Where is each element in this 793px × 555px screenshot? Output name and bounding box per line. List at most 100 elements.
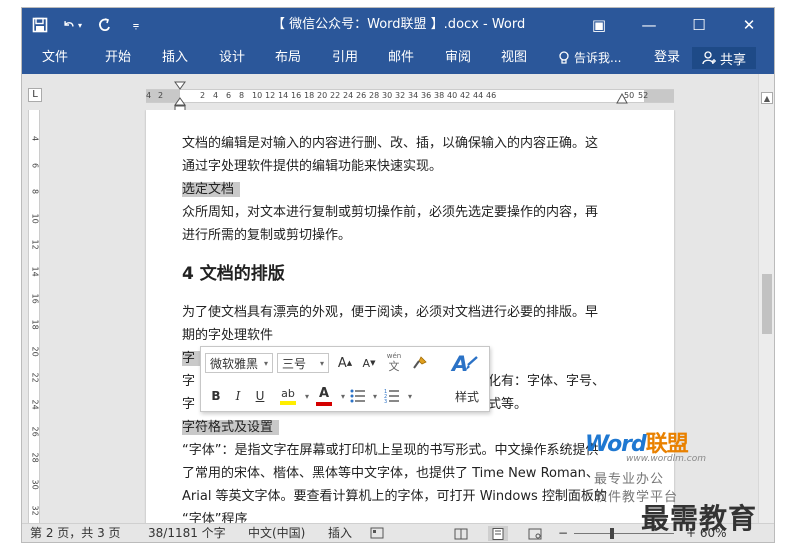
highlight-button[interactable]: ab xyxy=(275,384,301,408)
ruler-ticks: 4 2 2 4 6 8 10 12 14 16 18 20 22 24 26 28 30 32 34 36 38 40 42… xyxy=(146,90,674,102)
grow-font-button[interactable]: A ▲ xyxy=(335,353,355,373)
tab-design[interactable]: 设计 xyxy=(219,42,245,74)
vertical-ruler-label: 22 xyxy=(30,372,40,384)
window-title: 【 微信公众号：Word联盟 】.docx - Word xyxy=(272,17,526,32)
maximize-button[interactable]: ☐ xyxy=(674,8,724,42)
ruler-tick-label: 32 xyxy=(395,91,406,100)
print-layout-button[interactable] xyxy=(488,526,508,541)
section-heading: 4 文档的排版 xyxy=(182,264,285,284)
bullets-button[interactable] xyxy=(347,386,369,406)
font-name-select[interactable]: 微软雅黑 ▾ xyxy=(205,353,273,373)
vertical-ruler-label: 10 xyxy=(30,213,40,224)
ruler-tick-label: 10 xyxy=(252,91,263,100)
insert-mode-status[interactable]: 插入 xyxy=(328,524,352,542)
ruler-tick-label: 42 xyxy=(460,91,471,100)
paragraph-line: 众所周知，对文本进行复制或剪切操作前，必须先选定要操作的内容，再 xyxy=(182,205,599,220)
font-color-button[interactable]: A xyxy=(313,384,335,408)
phonetic-guide-button[interactable]: wén 文 xyxy=(383,350,405,374)
tab-file[interactable]: 文件 xyxy=(42,42,68,74)
language-status[interactable]: 中文(中国) xyxy=(248,524,305,542)
numbering-button[interactable]: 1 2 3 xyxy=(381,386,403,406)
login-link[interactable]: 登录 xyxy=(654,42,680,74)
tab-mailings[interactable]: 邮件 xyxy=(388,42,414,74)
underline-button[interactable]: U xyxy=(251,386,269,406)
ribbon-tabs: 文件 开始 插入 设计 布局 引用 邮件 审阅 视图 告诉我... 登录 共享 xyxy=(22,42,774,74)
minimize-button[interactable]: — xyxy=(624,8,674,42)
share-label: 共享 xyxy=(719,52,746,68)
tell-me-box[interactable]: 告诉我... xyxy=(558,42,621,74)
chevron-down-icon[interactable]: ▾ xyxy=(305,392,309,401)
vertical-ruler-label: 32 xyxy=(30,505,40,517)
tell-me-label: 告诉我... xyxy=(574,51,622,65)
svg-text:3: 3 xyxy=(384,399,387,403)
bullets-icon xyxy=(350,389,365,403)
watermark-slogan-1: 最专业办公 xyxy=(594,472,665,487)
window-controls: ▣ — ☐ ✕ xyxy=(574,8,774,42)
tab-selector-button[interactable]: L xyxy=(28,88,42,102)
vertical-scrollbar[interactable]: ▲ xyxy=(758,74,774,523)
shrink-font-button[interactable]: A ▼ xyxy=(359,353,379,373)
undo-icon xyxy=(64,21,74,27)
font-color-icon: A xyxy=(318,386,330,401)
paragraph-line: 为了使文档具有漂亮的外观，便于阅读，必须对文档进行必要的排版。早 xyxy=(182,305,599,320)
minimize-icon: — xyxy=(641,16,657,34)
paragraph-line: “字体”程序 xyxy=(182,512,248,523)
undo-button[interactable]: ▾ xyxy=(62,14,82,36)
tab-layout[interactable]: 布局 xyxy=(275,42,301,74)
right-indent-icon[interactable] xyxy=(616,92,628,104)
bold-button[interactable]: B xyxy=(207,386,225,406)
chevron-down-icon: ▾ xyxy=(319,358,324,368)
tab-view[interactable]: 视图 xyxy=(501,42,527,74)
subheading-char-format: 字符格式及设置 xyxy=(182,420,280,435)
macro-recording-button[interactable] xyxy=(370,526,384,542)
scrollbar-thumb[interactable] xyxy=(762,274,772,334)
scroll-up-button[interactable]: ▲ xyxy=(761,92,773,104)
tab-references[interactable]: 引用 xyxy=(332,42,358,74)
ruler-tick-label: 4 xyxy=(213,91,219,100)
undo-dropdown-icon: ▾ xyxy=(77,20,82,30)
zoom-out-button[interactable]: − xyxy=(558,524,570,542)
ruler-tick-label: 22 xyxy=(330,91,341,100)
styles-button[interactable]: 样式 xyxy=(451,386,483,406)
format-painter-button[interactable] xyxy=(409,353,431,373)
title-bar: ▾ ⩦ 【 微信公众号：Word联盟 】.docx - Word ▣ — ☐ ✕ xyxy=(22,8,774,42)
vertical-ruler-label: 16 xyxy=(30,293,40,304)
tab-insert[interactable]: 插入 xyxy=(162,42,188,74)
vertical-ruler-label: 12 xyxy=(30,239,40,251)
vertical-ruler-label: 28 xyxy=(30,452,40,463)
customize-qat-button[interactable]: ⩦ xyxy=(126,14,146,36)
web-layout-button[interactable] xyxy=(528,527,542,542)
mini-toolbar: 微软雅黑 ▾ 三号 ▾ A ▲ A ▼ wén 文 A B I U ab ▾ A… xyxy=(200,346,490,412)
italic-button[interactable]: I xyxy=(229,386,247,406)
redo-button[interactable] xyxy=(94,14,114,36)
read-mode-button[interactable] xyxy=(454,527,468,542)
vertical-ruler-label: 20 xyxy=(30,346,40,357)
tab-home[interactable]: 开始 xyxy=(105,42,131,74)
paragraph-line: 进行所需的复制或剪切操作。 xyxy=(182,228,352,243)
ruler-tick-label: 16 xyxy=(291,91,302,100)
save-button[interactable] xyxy=(30,14,50,36)
shrink-arrow-icon: ▼ xyxy=(370,359,376,367)
document-page[interactable]: 文档的编辑是对输入的内容进行删、改、插，以确保输入的内容正确。这 通过字处理软件… xyxy=(146,110,674,523)
page-count-status[interactable]: 第 2 页，共 3 页 xyxy=(30,524,121,542)
chevron-down-icon[interactable]: ▾ xyxy=(341,392,345,401)
ruler-tick-label: 44 xyxy=(473,91,484,100)
ruler-tick-label: 2 xyxy=(200,91,206,100)
zoom-slider-thumb[interactable] xyxy=(610,528,614,539)
subheading-line: 选定文档 xyxy=(182,178,642,201)
ribbon-display-options-button[interactable]: ▣ xyxy=(574,8,624,42)
word-count-status[interactable]: 38/1181 个字 xyxy=(148,524,226,542)
ruler-tick-label: 46 xyxy=(486,91,497,100)
vertical-ruler-track[interactable]: 4 6 8 10 12 14 16 18 20 22 24 26 28 30 32 xyxy=(28,110,40,523)
text-effects-button[interactable]: A xyxy=(447,349,483,377)
tab-review[interactable]: 审阅 xyxy=(445,42,471,74)
vertical-ruler-label: 30 xyxy=(30,479,40,490)
scroll-up-icon: ▲ xyxy=(763,94,771,103)
font-size-select[interactable]: 三号 ▾ xyxy=(277,353,329,373)
close-button[interactable]: ✕ xyxy=(724,8,774,42)
horizontal-ruler[interactable]: 4 2 2 4 6 8 10 12 14 16 18 20 22 24 26 28 30 32 34 36 38 40 42… xyxy=(146,81,674,113)
document-body[interactable]: 文档的编辑是对输入的内容进行删、改、插，以确保输入的内容正确。这 通过字处理软件… xyxy=(182,132,642,523)
share-button[interactable]: 共享 xyxy=(692,47,756,69)
chevron-down-icon[interactable]: ▾ xyxy=(373,392,377,401)
chevron-down-icon[interactable]: ▾ xyxy=(408,392,412,401)
